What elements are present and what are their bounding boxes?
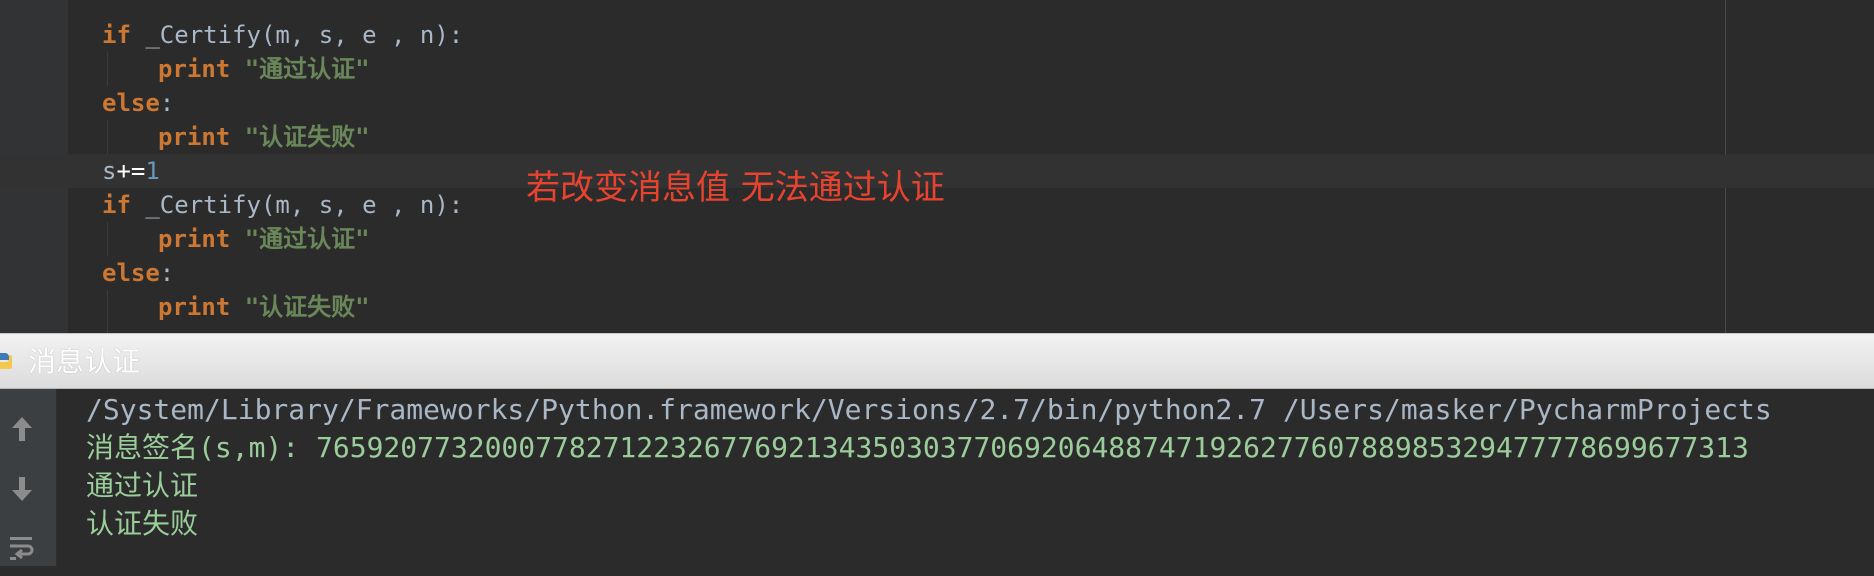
code-line[interactable]: print "通过认证"	[0, 222, 1874, 256]
indent-guide	[107, 52, 108, 86]
code-text: :	[159, 259, 175, 287]
run-panel-title: 消息认证	[28, 345, 141, 378]
code-editor[interactable]: if _Certify(m, s, e , n): print "通过认证" e…	[0, 0, 1874, 333]
up-arrow-icon[interactable]	[0, 407, 44, 451]
console-output-line: 通过认证	[86, 469, 199, 502]
annotation-text: 若改变消息值 无法通过认证	[526, 168, 945, 208]
operator: +=	[116, 157, 146, 185]
indent-guide	[107, 222, 108, 256]
console-output-line: 消息签名(s,m): 76592077320007782712232677692…	[86, 431, 1749, 464]
code-text: _Certify(m, s, e , n):	[130, 21, 464, 49]
down-arrow-icon[interactable]	[0, 467, 44, 511]
keyword: else	[102, 259, 160, 287]
string-literal: "通过认证"	[244, 225, 370, 253]
keyword: print	[158, 55, 231, 83]
indent-guide	[107, 120, 108, 154]
indent-guide	[107, 290, 108, 333]
keyword: if	[102, 191, 131, 219]
keyword: print	[158, 293, 231, 321]
code-line[interactable]: print "认证失败"	[0, 120, 1874, 154]
variable: s	[102, 157, 117, 185]
run-console[interactable]: /System/Library/Frameworks/Python.framew…	[0, 389, 1874, 566]
console-output-line: 认证失败	[86, 507, 199, 540]
code-text: _Certify(m, s, e , n):	[130, 191, 464, 219]
python-icon	[0, 351, 12, 371]
code-line[interactable]: else:	[0, 256, 1874, 290]
string-literal: "认证失败"	[244, 123, 370, 151]
code-line[interactable]: if _Certify(m, s, e , n):	[0, 18, 1874, 52]
run-panel-header[interactable]: 消息认证	[0, 333, 1874, 389]
code-line[interactable]: else:	[0, 86, 1874, 120]
code-line[interactable]: print "通过认证"	[0, 52, 1874, 86]
console-toolbar	[0, 389, 57, 566]
console-command-line: /System/Library/Frameworks/Python.framew…	[86, 393, 1772, 426]
code-line[interactable]: print "认证失败"	[0, 290, 1874, 324]
keyword: else	[102, 89, 160, 117]
string-literal: "认证失败"	[244, 293, 370, 321]
keyword: print	[158, 225, 231, 253]
soft-wrap-icon[interactable]	[0, 527, 44, 571]
number-literal: 1	[145, 157, 160, 185]
keyword: print	[158, 123, 231, 151]
code-text: :	[159, 89, 175, 117]
string-literal: "通过认证"	[244, 55, 370, 83]
keyword: if	[102, 21, 131, 49]
